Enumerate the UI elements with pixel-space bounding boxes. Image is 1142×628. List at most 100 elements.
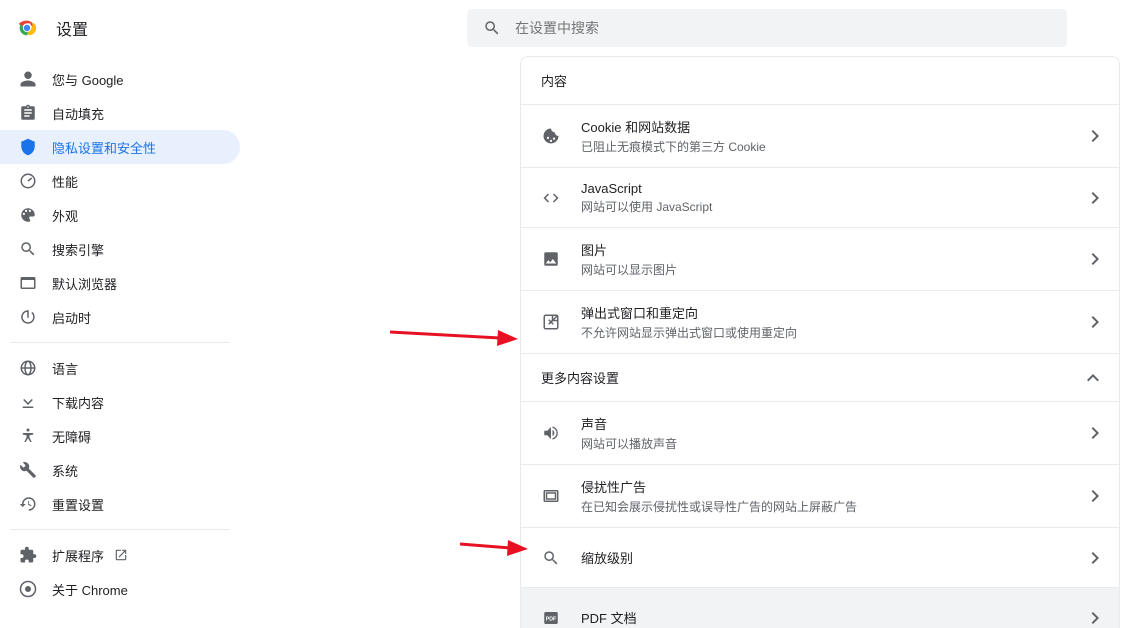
row-popups[interactable]: 弹出式窗口和重定向不允许网站显示弹出式窗口或使用重定向: [521, 290, 1119, 353]
sidebar-label: 搜索引擎: [52, 240, 104, 259]
sound-icon: [541, 423, 561, 443]
sidebar-label: 默认浏览器: [52, 274, 117, 293]
divider: [10, 342, 230, 343]
divider: [10, 529, 230, 530]
sidebar-item-about[interactable]: 关于 Chrome: [0, 572, 240, 606]
row-title: 声音: [581, 414, 1091, 433]
row-sub: 网站可以显示图片: [581, 261, 1091, 278]
search-icon: [18, 239, 38, 259]
sidebar-item-privacy[interactable]: 隐私设置和安全性: [0, 130, 240, 164]
pdf-icon: PDF: [541, 608, 561, 628]
annotation-arrow-1: [390, 322, 520, 346]
chevron-right-icon: [1091, 612, 1099, 624]
sidebar-item-default-browser[interactable]: 默认浏览器: [0, 266, 240, 300]
row-title: 弹出式窗口和重定向: [581, 303, 1091, 322]
sidebar-label: 外观: [52, 206, 78, 225]
row-title: 图片: [581, 240, 1091, 259]
sidebar-label: 关于 Chrome: [52, 580, 128, 599]
sidebar-label: 您与 Google: [52, 70, 124, 89]
sidebar-label: 系统: [52, 461, 78, 480]
download-icon: [18, 392, 38, 412]
section-title: 更多内容设置: [541, 368, 1087, 387]
row-title: Cookie 和网站数据: [581, 117, 1091, 136]
row-zoom[interactable]: 缩放级别: [521, 527, 1119, 587]
svg-text:PDF: PDF: [546, 616, 557, 622]
sidebar-label: 隐私设置和安全性: [52, 138, 156, 157]
palette-icon: [18, 205, 38, 225]
sidebar-item-language[interactable]: 语言: [0, 351, 240, 385]
sidebar-label: 语言: [52, 359, 78, 378]
sidebar-item-downloads[interactable]: 下载内容: [0, 385, 240, 419]
row-title: PDF 文档: [581, 608, 1091, 627]
chevron-up-icon: [1087, 374, 1099, 382]
person-icon: [18, 69, 38, 89]
chevron-right-icon: [1091, 130, 1099, 142]
chrome-icon: [18, 579, 38, 599]
history-icon: [18, 494, 38, 514]
row-title: 侵扰性广告: [581, 477, 1091, 496]
shield-icon: [18, 137, 38, 157]
chevron-right-icon: [1091, 552, 1099, 564]
cookie-icon: [541, 126, 561, 146]
row-cookies[interactable]: Cookie 和网站数据已阻止无痕模式下的第三方 Cookie: [521, 104, 1119, 167]
section-title: 内容: [541, 71, 1099, 90]
row-javascript[interactable]: JavaScript 网站可以使用 JavaScript: [521, 167, 1119, 227]
sidebar-item-startup[interactable]: 启动时: [0, 300, 240, 334]
row-sub: 不允许网站显示弹出式窗口或使用重定向: [581, 324, 1091, 341]
chevron-right-icon: [1091, 253, 1099, 265]
row-title: 缩放级别: [581, 548, 1091, 567]
accessibility-icon: [18, 426, 38, 446]
search-input[interactable]: [515, 20, 1051, 36]
sidebar-label: 无障碍: [52, 427, 91, 446]
row-ads[interactable]: 侵扰性广告在已知会展示侵扰性或误导性广告的网站上屏蔽广告: [521, 464, 1119, 527]
row-sub: 网站可以使用 JavaScript: [581, 198, 1091, 215]
page-title: 设置: [56, 16, 88, 40]
section-header-more[interactable]: 更多内容设置: [521, 353, 1119, 401]
annotation-arrow-2: [460, 534, 530, 558]
power-icon: [18, 307, 38, 327]
sidebar-item-search-engine[interactable]: 搜索引擎: [0, 232, 240, 266]
code-icon: [541, 188, 561, 208]
row-title: JavaScript: [581, 181, 1091, 196]
wrench-icon: [18, 460, 38, 480]
image-icon: [541, 249, 561, 269]
sidebar-item-autofill[interactable]: 自动填充: [0, 96, 240, 130]
chevron-right-icon: [1091, 490, 1099, 502]
sidebar-item-performance[interactable]: 性能: [0, 164, 240, 198]
sidebar-label: 扩展程序: [52, 546, 104, 565]
window-icon: [541, 486, 561, 506]
row-images[interactable]: 图片网站可以显示图片: [521, 227, 1119, 290]
chevron-right-icon: [1091, 316, 1099, 328]
sidebar-label: 自动填充: [52, 104, 104, 123]
puzzle-icon: [18, 545, 38, 565]
sidebar-item-you-google[interactable]: 您与 Google: [0, 62, 240, 96]
zoom-icon: [541, 548, 561, 568]
row-sound[interactable]: 声音网站可以播放声音: [521, 401, 1119, 464]
sidebar-label: 下载内容: [52, 393, 104, 412]
row-pdf[interactable]: PDF PDF 文档: [521, 587, 1119, 628]
row-sub: 在已知会展示侵扰性或误导性广告的网站上屏蔽广告: [581, 498, 1091, 515]
sidebar-label: 性能: [52, 172, 78, 191]
sidebar-label: 重置设置: [52, 495, 104, 514]
sidebar-item-appearance[interactable]: 外观: [0, 198, 240, 232]
sidebar-item-reset[interactable]: 重置设置: [0, 487, 240, 521]
search-icon: [483, 19, 501, 37]
section-header-content: 内容: [521, 57, 1119, 104]
globe-icon: [18, 358, 38, 378]
row-sub: 网站可以播放声音: [581, 435, 1091, 452]
sidebar-item-extensions[interactable]: 扩展程序: [0, 538, 240, 572]
search-box[interactable]: [467, 9, 1067, 47]
chevron-right-icon: [1091, 427, 1099, 439]
sidebar: 您与 Google 自动填充 隐私设置和安全性 性能 外观 搜索引擎 默认浏览器: [0, 56, 240, 628]
content-card: 内容 Cookie 和网站数据已阻止无痕模式下的第三方 Cookie JavaS…: [520, 56, 1120, 628]
row-sub: 已阻止无痕模式下的第三方 Cookie: [581, 138, 1091, 155]
open-in-new-icon: [114, 548, 128, 562]
sidebar-item-system[interactable]: 系统: [0, 453, 240, 487]
clipboard-icon: [18, 103, 38, 123]
sidebar-item-accessibility[interactable]: 无障碍: [0, 419, 240, 453]
speedometer-icon: [18, 171, 38, 191]
browser-icon: [18, 273, 38, 293]
chrome-logo-icon: [16, 17, 38, 39]
chevron-right-icon: [1091, 192, 1099, 204]
popup-icon: [541, 312, 561, 332]
